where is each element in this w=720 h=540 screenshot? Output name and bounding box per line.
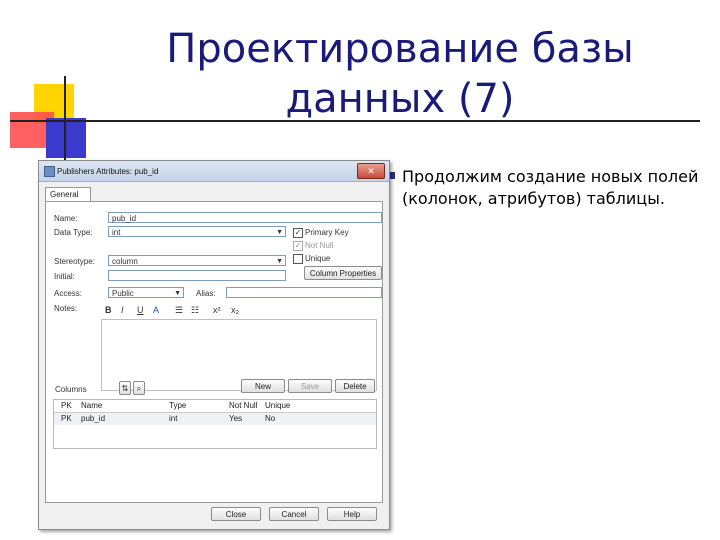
cell-unique: No — [265, 414, 276, 423]
help-button[interactable]: Help — [327, 507, 377, 521]
stereotype-select[interactable]: column ▼ — [108, 255, 286, 266]
table-header: PK Name Type Not Null Unique — [54, 400, 376, 413]
header-pk: PK — [61, 401, 72, 410]
dialog-titlebar[interactable]: Publishers Attributes: pub_id ✕ — [39, 161, 389, 182]
initial-label: Initial: — [54, 272, 75, 281]
datatype-label: Data Type: — [54, 228, 93, 237]
bullet-text: Продолжим создание новых полей (колонок,… — [402, 167, 699, 208]
italic-icon[interactable]: I — [121, 305, 124, 315]
delete-button[interactable]: Delete — [335, 379, 375, 393]
save-button[interactable]: Save — [288, 379, 332, 393]
window-icon — [44, 166, 55, 177]
slide-title: Проектирование базы данных (7) — [160, 24, 640, 124]
cell-not-null: Yes — [229, 414, 243, 423]
header-unique: Unique — [265, 401, 291, 410]
cell-pk: PK — [61, 414, 72, 423]
primary-key-checkbox[interactable]: ✓ — [293, 228, 303, 238]
header-type: Type — [169, 401, 187, 410]
chevron-down-icon: ▼ — [276, 258, 283, 265]
close-button[interactable]: Close — [211, 507, 261, 521]
cell-name: pub_id — [81, 414, 106, 423]
attributes-dialog: Publishers Attributes: pub_id ✕ General … — [38, 160, 390, 530]
close-icon[interactable]: ✕ — [357, 163, 385, 179]
unique-label: Unique — [305, 254, 331, 263]
notes-label: Notes: — [54, 304, 78, 313]
header-not-null: Not Null — [229, 401, 258, 410]
tab-general[interactable]: General — [45, 187, 91, 202]
not-null-label: Not Null — [305, 241, 334, 250]
unique-checkbox[interactable] — [293, 254, 303, 264]
stereotype-label: Stereotype: — [54, 257, 95, 266]
slide-title-line-1: Проектирование базы — [166, 26, 634, 72]
table-row[interactable]: PK pub_id int Yes No — [54, 413, 376, 425]
bold-icon[interactable]: B — [105, 305, 112, 315]
cell-type: int — [169, 414, 178, 423]
alias-label: Alias: — [196, 289, 216, 298]
access-label: Access: — [54, 289, 83, 298]
columns-table: PK Name Type Not Null Unique PK pub_id i… — [53, 399, 377, 449]
decor-vertical-line — [64, 76, 66, 162]
find-icon[interactable]: ⌕ — [133, 381, 145, 395]
new-button[interactable]: New — [241, 379, 285, 393]
alias-field[interactable] — [226, 287, 382, 298]
superscript-icon[interactable]: x² — [213, 305, 221, 315]
column-properties-button[interactable]: Column Properties — [304, 266, 382, 280]
columns-label: Columns — [55, 385, 87, 394]
numbered-list-icon[interactable]: ☷ — [191, 305, 199, 316]
decor-blue-square — [46, 118, 86, 158]
font-color-icon[interactable]: A — [153, 305, 159, 315]
datatype-value: int — [112, 228, 121, 237]
chevron-down-icon: ▼ — [276, 229, 283, 236]
cancel-button[interactable]: Cancel — [269, 507, 319, 521]
header-name: Name — [81, 401, 103, 410]
primary-key-label: Primary Key — [305, 228, 349, 237]
notes-toolbar: B I U A ☰ ☷ x² x₂ — [101, 305, 375, 319]
access-select[interactable]: Public ▼ — [108, 287, 184, 298]
move-up-icon[interactable]: ⇅ — [119, 381, 131, 395]
dialog-title: Publishers Attributes: pub_id — [57, 167, 159, 176]
underline-icon[interactable]: U — [137, 305, 144, 315]
name-label: Name: — [54, 214, 78, 223]
slide-title-line-2: данных (7) — [285, 76, 515, 122]
initial-field[interactable] — [108, 270, 286, 281]
stereotype-value: column — [112, 257, 138, 266]
chevron-down-icon: ▼ — [174, 290, 181, 297]
name-field[interactable]: pub_id — [108, 212, 382, 223]
bullet-list-icon[interactable]: ☰ — [175, 305, 183, 316]
not-null-checkbox[interactable]: ✓ — [293, 241, 303, 251]
access-value: Public — [112, 289, 134, 298]
subscript-icon[interactable]: x₂ — [231, 305, 239, 315]
datatype-select[interactable]: int ▼ — [108, 226, 286, 237]
